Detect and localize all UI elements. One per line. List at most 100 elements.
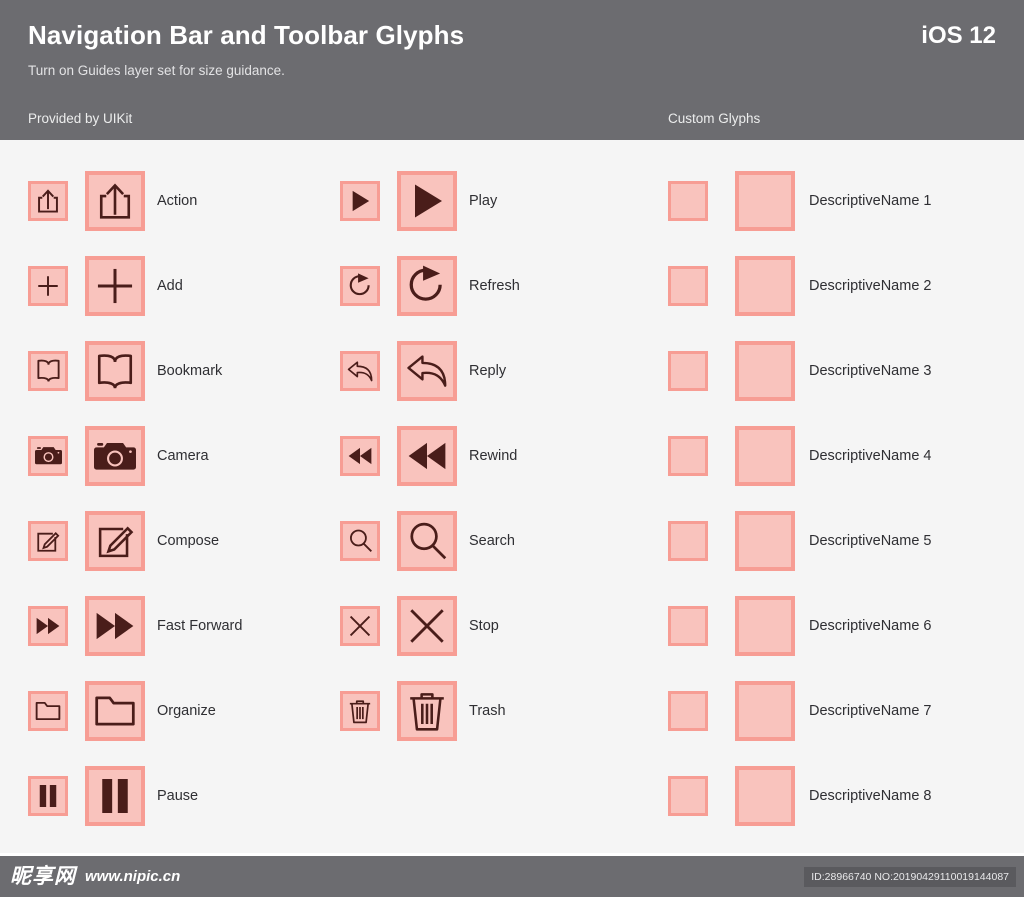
glyph-label: DescriptiveName 2 bbox=[809, 277, 932, 294]
add-icon-large[interactable] bbox=[85, 255, 145, 316]
glyph-row-trash[interactable]: Trash bbox=[340, 668, 650, 753]
compose-icon-large[interactable] bbox=[85, 510, 145, 571]
glyph-label: Search bbox=[469, 532, 515, 549]
page-subtitle: Turn on Guides layer set for size guidan… bbox=[28, 63, 285, 78]
bookmark-icon-small[interactable] bbox=[28, 350, 68, 391]
glyph-row-pause[interactable]: Pause bbox=[28, 753, 330, 838]
glyph-label: Organize bbox=[157, 702, 216, 719]
page-title: Navigation Bar and Toolbar Glyphs bbox=[28, 20, 465, 50]
glyph-label: Fast Forward bbox=[157, 617, 243, 634]
glyph-row-add[interactable]: Add bbox=[28, 243, 330, 328]
pause-icon-large[interactable] bbox=[85, 765, 145, 826]
image-id-badge: ID:28966740 NO:20190429110019144087 bbox=[804, 866, 1016, 887]
empty-glyph-placeholder-large[interactable] bbox=[735, 680, 795, 741]
empty-glyph-placeholder-large[interactable] bbox=[735, 255, 795, 316]
glyph-label: DescriptiveName 7 bbox=[809, 702, 932, 719]
glyph-row-action[interactable]: Action bbox=[28, 158, 330, 243]
action-icon-small[interactable] bbox=[28, 180, 68, 221]
document-header: Navigation Bar and Toolbar Glyphs iOS 12… bbox=[0, 0, 1024, 140]
watermark-footer: 昵享网 www.nipic.cn ID:28966740 NO:20190429… bbox=[0, 856, 1024, 897]
glyph-label: Bookmark bbox=[157, 362, 223, 379]
search-icon-small[interactable] bbox=[340, 520, 380, 561]
glyph-row-custom-5[interactable]: DescriptiveName 5 bbox=[668, 498, 1016, 583]
rewind-icon-small[interactable] bbox=[340, 435, 380, 476]
glyph-row-compose[interactable]: Compose bbox=[28, 498, 330, 583]
glyph-row-bookmark[interactable]: Bookmark bbox=[28, 328, 330, 413]
glyph-row-play[interactable]: Play bbox=[340, 158, 650, 243]
organize-icon-small[interactable] bbox=[28, 690, 68, 731]
glyph-row-organize[interactable]: Organize bbox=[28, 668, 330, 753]
empty-glyph-placeholder-large[interactable] bbox=[735, 510, 795, 571]
glyph-label: DescriptiveName 3 bbox=[809, 362, 932, 379]
refresh-icon-large[interactable] bbox=[397, 255, 457, 316]
glyph-row-stop[interactable]: Stop bbox=[340, 583, 650, 668]
glyph-label: DescriptiveName 1 bbox=[809, 192, 932, 209]
glyph-column-uikit-right: Play Refresh Reply Rewind Search Stop Tr… bbox=[330, 158, 650, 838]
organize-icon-large[interactable] bbox=[85, 680, 145, 741]
glyph-column-custom: DescriptiveName 1 DescriptiveName 2 Desc… bbox=[650, 158, 1016, 838]
os-version-label: iOS 12 bbox=[921, 22, 996, 49]
empty-glyph-placeholder-large[interactable] bbox=[735, 595, 795, 656]
glyph-label: Refresh bbox=[469, 277, 520, 294]
glyph-row-camera[interactable]: Camera bbox=[28, 413, 330, 498]
glyph-row-refresh[interactable]: Refresh bbox=[340, 243, 650, 328]
bookmark-icon-large[interactable] bbox=[85, 340, 145, 401]
fast-forward-icon-small[interactable] bbox=[28, 605, 68, 646]
action-icon-large[interactable] bbox=[85, 170, 145, 231]
header-top-row: Navigation Bar and Toolbar Glyphs iOS 12 bbox=[28, 18, 996, 53]
empty-glyph-placeholder-large[interactable] bbox=[735, 340, 795, 401]
empty-glyph-placeholder-small[interactable] bbox=[668, 690, 708, 731]
glyph-label: DescriptiveName 4 bbox=[809, 447, 932, 464]
glyph-row-custom-2[interactable]: DescriptiveName 2 bbox=[668, 243, 1016, 328]
glyph-row-custom-7[interactable]: DescriptiveName 7 bbox=[668, 668, 1016, 753]
trash-icon-large[interactable] bbox=[397, 680, 457, 741]
glyph-column-uikit-left: Action Add Bookmark Camera Compose Fast … bbox=[0, 158, 330, 838]
search-icon-large[interactable] bbox=[397, 510, 457, 571]
glyph-label: Camera bbox=[157, 447, 209, 464]
refresh-icon-small[interactable] bbox=[340, 265, 380, 306]
reply-icon-small[interactable] bbox=[340, 350, 380, 391]
glyph-row-search[interactable]: Search bbox=[340, 498, 650, 583]
glyph-label: Reply bbox=[469, 362, 507, 379]
glyph-row-custom-8[interactable]: DescriptiveName 8 bbox=[668, 753, 1016, 838]
glyph-label: Rewind bbox=[469, 447, 518, 464]
rewind-icon-large[interactable] bbox=[397, 425, 457, 486]
camera-icon-small[interactable] bbox=[28, 435, 68, 476]
empty-glyph-placeholder-small[interactable] bbox=[668, 605, 708, 646]
empty-glyph-placeholder-large[interactable] bbox=[735, 425, 795, 486]
play-icon-small[interactable] bbox=[340, 180, 380, 221]
empty-glyph-placeholder-small[interactable] bbox=[668, 775, 708, 816]
glyph-row-custom-1[interactable]: DescriptiveName 1 bbox=[668, 158, 1016, 243]
glyph-row-custom-6[interactable]: DescriptiveName 6 bbox=[668, 583, 1016, 668]
glyph-row-rewind[interactable]: Rewind bbox=[340, 413, 650, 498]
empty-glyph-placeholder-small[interactable] bbox=[668, 520, 708, 561]
empty-glyph-placeholder-large[interactable] bbox=[735, 170, 795, 231]
glyph-label: Action bbox=[157, 192, 198, 209]
glyph-row-custom-3[interactable]: DescriptiveName 3 bbox=[668, 328, 1016, 413]
glyph-row-reply[interactable]: Reply bbox=[340, 328, 650, 413]
glyph-label: Compose bbox=[157, 532, 220, 549]
stop-icon-small[interactable] bbox=[340, 605, 380, 646]
glyph-sheet: Action Add Bookmark Camera Compose Fast … bbox=[0, 140, 1024, 855]
glyph-label: DescriptiveName 6 bbox=[809, 617, 932, 634]
play-icon-large[interactable] bbox=[397, 170, 457, 231]
empty-glyph-placeholder-small[interactable] bbox=[668, 265, 708, 306]
glyph-row-fast-forward[interactable]: Fast Forward bbox=[28, 583, 330, 668]
camera-icon-large[interactable] bbox=[85, 425, 145, 486]
glyph-row-custom-4[interactable]: DescriptiveName 4 bbox=[668, 413, 1016, 498]
trash-icon-small[interactable] bbox=[340, 690, 380, 731]
pause-icon-small[interactable] bbox=[28, 775, 68, 816]
fast-forward-icon-large[interactable] bbox=[85, 595, 145, 656]
add-icon-small[interactable] bbox=[28, 265, 68, 306]
empty-glyph-placeholder-small[interactable] bbox=[668, 180, 708, 221]
empty-glyph-placeholder-small[interactable] bbox=[668, 435, 708, 476]
reply-icon-large[interactable] bbox=[397, 340, 457, 401]
empty-glyph-placeholder-small[interactable] bbox=[668, 350, 708, 391]
glyph-label: Stop bbox=[469, 617, 499, 634]
compose-icon-small[interactable] bbox=[28, 520, 68, 561]
empty-glyph-placeholder-large[interactable] bbox=[735, 765, 795, 826]
stop-icon-large[interactable] bbox=[397, 595, 457, 656]
section-label-row: Provided by UIKit Custom Glyphs bbox=[28, 111, 996, 126]
glyph-label: DescriptiveName 5 bbox=[809, 532, 932, 549]
glyph-columns: Action Add Bookmark Camera Compose Fast … bbox=[0, 158, 1024, 838]
